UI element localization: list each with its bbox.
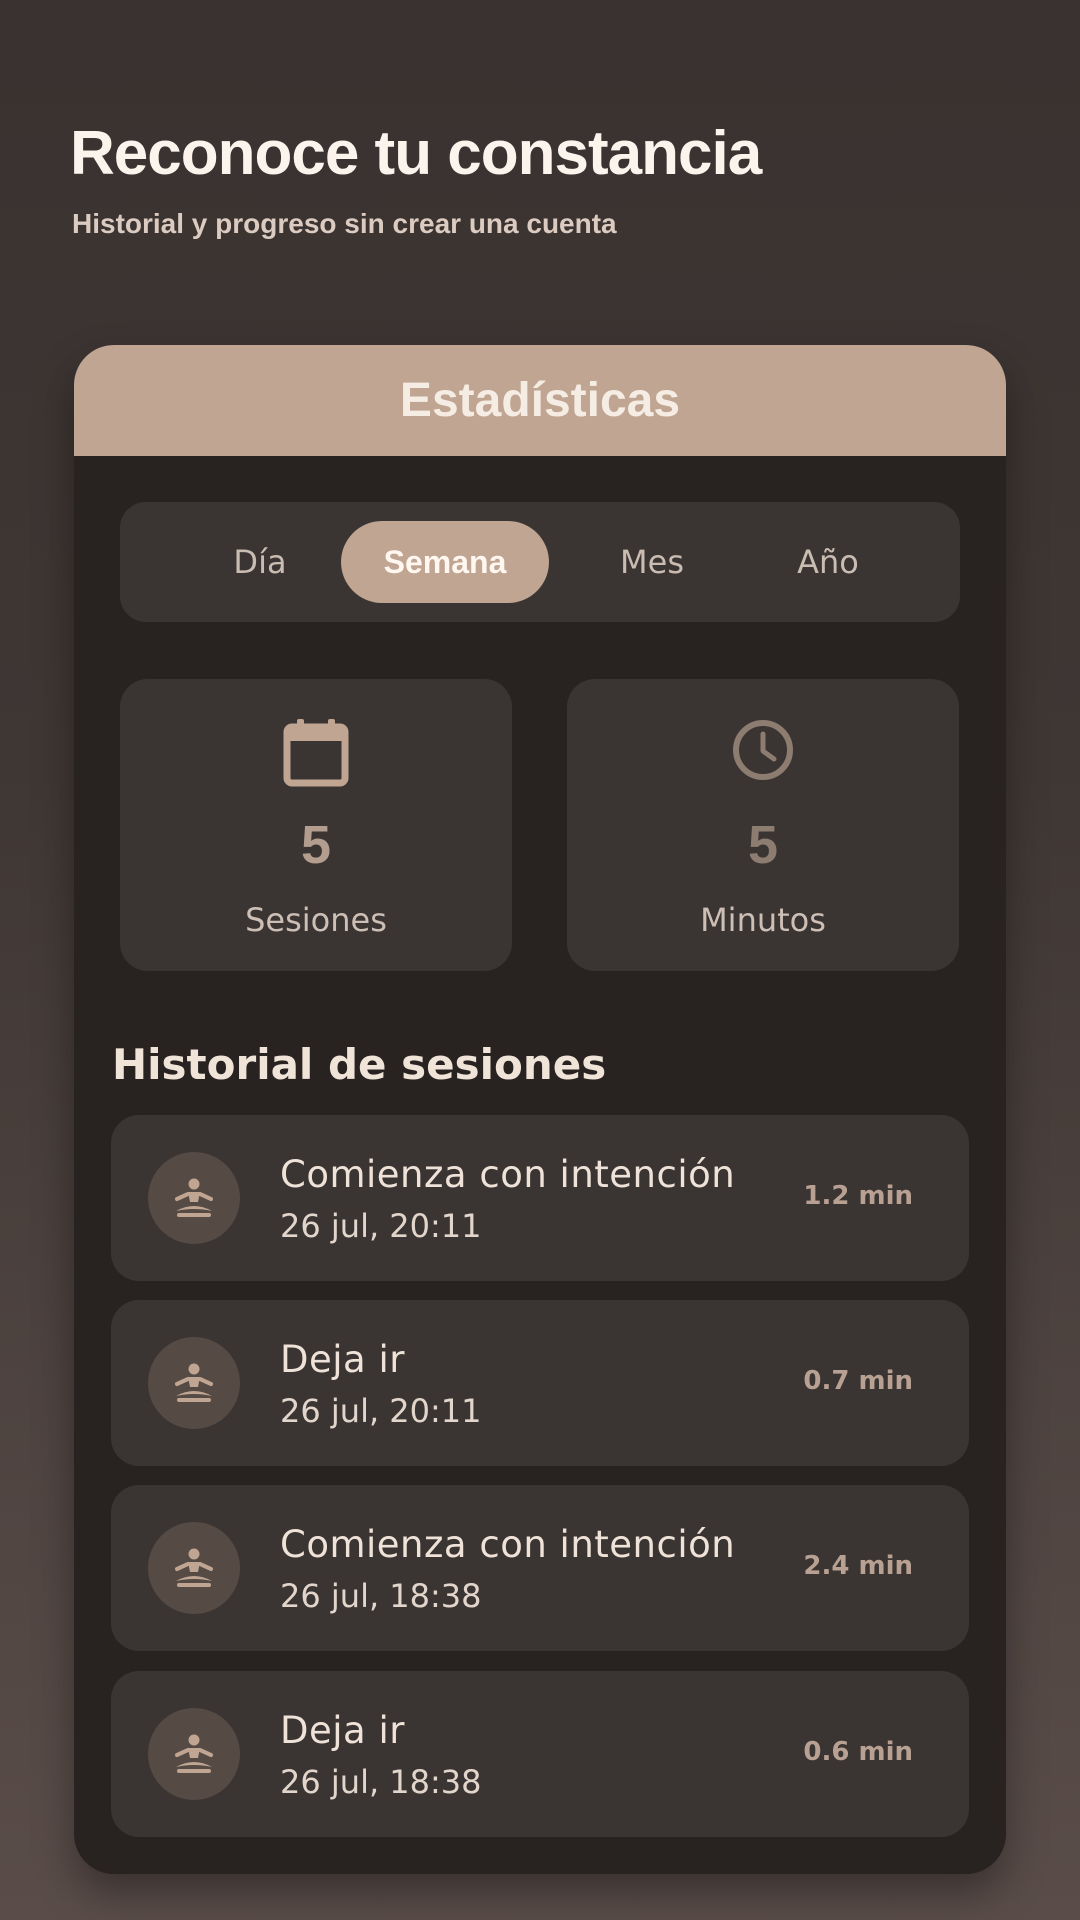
page-title: Reconoce tu constancia: [70, 119, 762, 188]
card-header-title: Estadísticas: [399, 374, 681, 427]
session-item[interactable]: Comienza con intención 26 jul, 18:38 2.4…: [111, 1485, 969, 1651]
calendar-icon: [283, 717, 349, 792]
session-date: 26 jul, 20:11: [280, 1392, 482, 1430]
statistics-card: Estadísticas Día Semana Mes Año 5 Sesion…: [74, 345, 1006, 1874]
session-title: Comienza con intención: [280, 1153, 736, 1196]
tab-mes[interactable]: Mes: [582, 521, 722, 603]
tab-semana[interactable]: Semana: [341, 521, 549, 603]
session-date: 26 jul, 20:11: [280, 1207, 482, 1245]
stat-sessions-card: 5 Sesiones: [120, 679, 512, 971]
session-title: Comienza con intención: [280, 1523, 736, 1566]
clock-icon: [730, 717, 796, 788]
session-duration: 2.4 min: [803, 1551, 913, 1581]
meditation-icon: [148, 1152, 240, 1244]
tab-dia[interactable]: Día: [190, 521, 330, 603]
minutes-value: 5: [747, 815, 779, 875]
minutes-label: Minutos: [700, 901, 826, 939]
session-item[interactable]: Deja ir 26 jul, 18:38 0.6 min: [111, 1671, 969, 1837]
tab-ano[interactable]: Año: [758, 521, 898, 603]
session-title: Deja ir: [280, 1709, 405, 1752]
page-subtitle: Historial y progreso sin crear una cuent…: [72, 208, 617, 239]
card-header: Estadísticas: [74, 345, 1006, 456]
sessions-value: 5: [300, 815, 332, 875]
meditation-icon: [148, 1522, 240, 1614]
session-title: Deja ir: [280, 1338, 405, 1381]
meditation-icon: [148, 1337, 240, 1429]
session-item[interactable]: Deja ir 26 jul, 20:11 0.7 min: [111, 1300, 969, 1466]
session-duration: 0.6 min: [803, 1737, 913, 1767]
history-title: Historial de sesiones: [112, 1040, 607, 1089]
stat-minutes-card: 5 Minutos: [567, 679, 959, 971]
session-item[interactable]: Comienza con intención 26 jul, 20:11 1.2…: [111, 1115, 969, 1281]
session-duration: 1.2 min: [803, 1181, 913, 1211]
session-date: 26 jul, 18:38: [280, 1577, 482, 1615]
meditation-icon: [148, 1708, 240, 1800]
session-date: 26 jul, 18:38: [280, 1763, 482, 1801]
sessions-label: Sesiones: [245, 901, 387, 939]
session-duration: 0.7 min: [803, 1366, 913, 1396]
period-selector: Día Semana Mes Año: [120, 502, 960, 622]
